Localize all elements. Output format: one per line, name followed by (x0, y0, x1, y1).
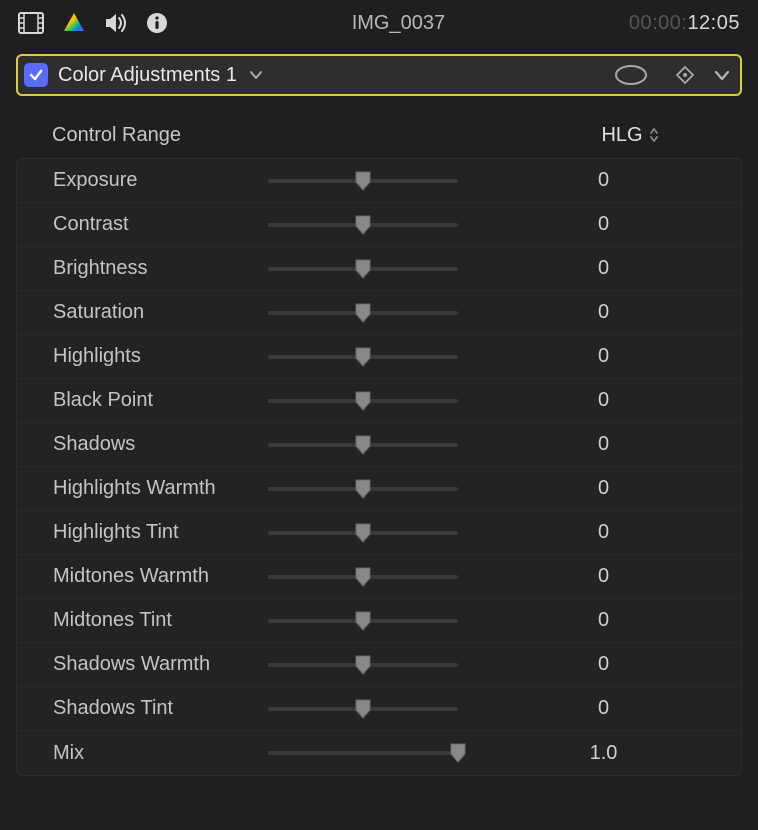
effect-name: Color Adjustments 1 (58, 64, 237, 87)
param-row: Mix 1.0 (17, 731, 741, 775)
param-label: Midtones Tint (53, 609, 268, 632)
effect-header-bar[interactable]: Color Adjustments 1 (16, 54, 742, 96)
slider-thumb-icon[interactable] (354, 346, 372, 368)
slider-thumb-icon[interactable] (354, 302, 372, 324)
param-slider[interactable] (268, 609, 458, 633)
param-row: Exposure 0 (17, 159, 741, 203)
slider-thumb-icon[interactable] (354, 478, 372, 500)
control-range-row: Control Range HLG (16, 114, 742, 156)
param-value[interactable]: 0 (458, 257, 729, 280)
slider-thumb-icon[interactable] (354, 434, 372, 456)
param-slider[interactable] (268, 301, 458, 325)
param-label: Contrast (53, 213, 268, 236)
stepper-icon (649, 127, 659, 143)
control-range-value: HLG (601, 124, 642, 147)
effect-actions-chevron-icon[interactable] (714, 69, 730, 81)
slider-thumb-icon[interactable] (354, 610, 372, 632)
param-label: Midtones Warmth (53, 565, 268, 588)
param-label: Highlights Warmth (53, 477, 268, 500)
param-row: Brightness 0 (17, 247, 741, 291)
color-inspector-icon[interactable] (62, 11, 86, 35)
param-label: Shadows Warmth (53, 653, 268, 676)
param-slider[interactable] (268, 389, 458, 413)
param-slider[interactable] (268, 433, 458, 457)
param-value[interactable]: 0 (458, 169, 729, 192)
param-value[interactable]: 0 (458, 653, 729, 676)
param-value[interactable]: 0 (458, 345, 729, 368)
slider-thumb-icon[interactable] (354, 566, 372, 588)
slider-thumb-icon[interactable] (449, 742, 467, 764)
param-row: Contrast 0 (17, 203, 741, 247)
param-value[interactable]: 0 (458, 433, 729, 456)
effect-menu-chevron-icon[interactable] (249, 70, 263, 80)
audio-inspector-icon[interactable] (104, 12, 128, 34)
toolbar-left (18, 11, 168, 35)
param-slider[interactable] (268, 345, 458, 369)
slider-thumb-icon[interactable] (354, 698, 372, 720)
slider-thumb-icon[interactable] (354, 170, 372, 192)
param-row: Shadows Tint 0 (17, 687, 741, 731)
video-inspector-icon[interactable] (18, 12, 44, 34)
param-slider[interactable] (268, 213, 458, 237)
param-label: Highlights (53, 345, 268, 368)
param-slider[interactable] (268, 169, 458, 193)
param-row: Black Point 0 (17, 379, 741, 423)
param-label: Highlights Tint (53, 521, 268, 544)
inspector-toolbar: IMG_0037 00:00:12:05 (0, 0, 758, 46)
timecode-dim: 00:00: (629, 12, 688, 34)
slider-thumb-icon[interactable] (354, 258, 372, 280)
slider-thumb-icon[interactable] (354, 390, 372, 412)
param-row: Midtones Warmth 0 (17, 555, 741, 599)
param-label: Brightness (53, 257, 268, 280)
param-slider[interactable] (268, 521, 458, 545)
slider-thumb-icon[interactable] (354, 522, 372, 544)
effect-enable-checkbox[interactable] (24, 63, 48, 87)
info-inspector-icon[interactable] (146, 12, 168, 34)
param-slider[interactable] (268, 697, 458, 721)
param-row: Shadows Warmth 0 (17, 643, 741, 687)
param-label: Saturation (53, 301, 268, 324)
control-range-select[interactable]: HLG (530, 124, 730, 147)
param-row: Midtones Tint 0 (17, 599, 741, 643)
param-label: Black Point (53, 389, 268, 412)
param-slider[interactable] (268, 565, 458, 589)
param-value[interactable]: 0 (458, 697, 729, 720)
param-slider[interactable] (268, 741, 458, 765)
control-range-label: Control Range (52, 124, 530, 147)
param-value[interactable]: 1.0 (458, 742, 729, 765)
param-row: Shadows 0 (17, 423, 741, 467)
param-value[interactable]: 0 (458, 521, 729, 544)
param-row: Saturation 0 (17, 291, 741, 335)
param-label: Mix (53, 742, 268, 765)
param-value[interactable]: 0 (458, 565, 729, 588)
param-slider[interactable] (268, 257, 458, 281)
slider-thumb-icon[interactable] (354, 214, 372, 236)
timecode: 00:00:12:05 (629, 12, 740, 35)
param-value[interactable]: 0 (458, 389, 729, 412)
mask-button[interactable] (614, 64, 648, 86)
param-row: Highlights Tint 0 (17, 511, 741, 555)
param-value[interactable]: 0 (458, 301, 729, 324)
param-label: Shadows (53, 433, 268, 456)
keyframe-button[interactable] (676, 66, 694, 84)
param-label: Exposure (53, 169, 268, 192)
param-value[interactable]: 0 (458, 609, 729, 632)
param-value[interactable]: 0 (458, 477, 729, 500)
param-slider[interactable] (268, 653, 458, 677)
param-value[interactable]: 0 (458, 213, 729, 236)
param-row: Highlights Warmth 0 (17, 467, 741, 511)
timecode-em: 12:05 (687, 12, 740, 34)
param-label: Shadows Tint (53, 697, 268, 720)
params-area: Control Range HLG Exposure0Contrast0Brig… (0, 100, 758, 776)
param-row: Highlights 0 (17, 335, 741, 379)
slider-thumb-icon[interactable] (354, 654, 372, 676)
params-list: Exposure 0 Contrast 0 Brightness 0 Saturation 0… (16, 158, 742, 776)
param-slider[interactable] (268, 477, 458, 501)
clip-name: IMG_0037 (186, 12, 611, 35)
